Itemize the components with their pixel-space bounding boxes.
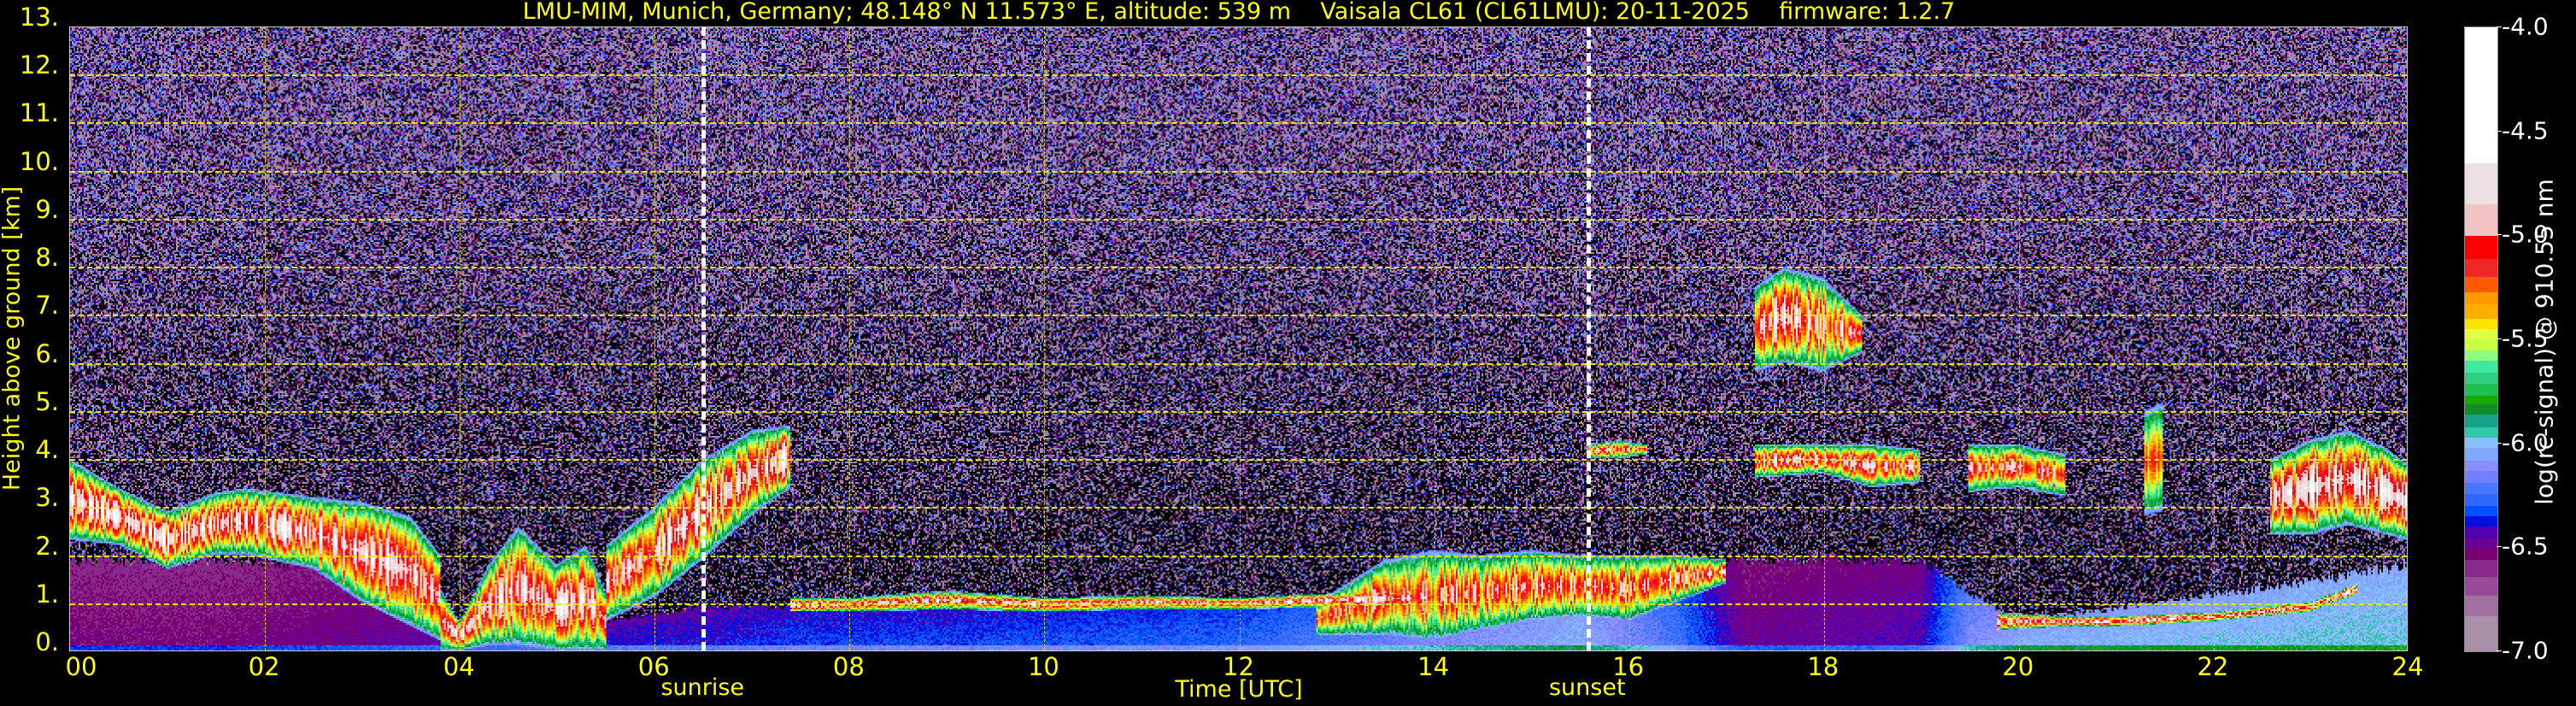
grid-line-horizontal [70,555,2407,557]
y-tick-label: 1. [35,579,59,609]
colorbar-band [2465,460,2497,471]
colorbar-band [2465,27,2497,163]
colorbar-band [2465,303,2497,320]
colorbar-band [2465,277,2497,292]
grid-line-horizontal [70,362,2407,365]
backscatter-heatmap [70,27,2407,650]
colorbar-band [2465,235,2497,259]
colorbar-band [2465,414,2497,427]
colorbar-label: log(rc-signal) @ 910.55 nm [2530,179,2559,505]
colorbar-band [2465,360,2497,374]
colorbar-tick-label: -7.0 [2502,636,2549,665]
colorbar-band [2465,372,2497,384]
grid-line-horizontal [70,267,2407,269]
grid-line-vertical [1044,27,1046,650]
colorbar-band [2465,470,2497,484]
y-tick-label: 5. [35,386,59,416]
grid-line-horizontal [70,122,2407,125]
colorbar-band [2465,339,2497,350]
colorbar-tick-label: -4.0 [2502,12,2549,41]
colorbar-tick-label: -4.5 [2502,116,2549,145]
colorbar-band [2465,291,2497,305]
grid-line-vertical [654,27,656,650]
grid-line-horizontal [70,218,2407,221]
y-tick-label: 13. [19,3,59,32]
colorbar-band [2465,350,2497,361]
sunset-label: sunset [1548,674,1626,701]
y-tick-label: 3. [35,483,59,513]
y-tick-label: 8. [35,243,59,273]
colorbar-band [2465,447,2497,461]
y-tick-label: 7. [35,291,59,321]
x-tick-label: 14 [1417,652,1450,681]
x-tick-label: 18 [1807,652,1840,681]
y-tick-label: 9. [35,194,59,224]
colorbar-band [2465,615,2497,652]
y-tick-label: 4. [35,435,59,465]
colorbar-band [2465,258,2497,278]
colorbar-band [2465,427,2497,438]
colorbar [2464,26,2498,652]
grid-line-horizontal [70,74,2407,77]
colorbar-band [2465,203,2497,236]
chart-title: LMU-MIM, Munich, Germany; 48.148° N 11.5… [522,0,1956,25]
grid-line-vertical [265,27,267,650]
x-tick-label: 00 [65,652,97,681]
grid-line-vertical [1239,27,1241,650]
grid-line-horizontal [70,459,2407,462]
grid-line-horizontal [70,410,2407,413]
grid-line-vertical [1823,27,1825,650]
y-axis-label: Height above ground [km] [0,185,26,491]
y-tick-label: 11. [19,98,59,128]
colorbar-band [2465,162,2497,205]
x-tick-label: 02 [248,652,280,681]
y-tick-label: 6. [35,338,59,368]
y-tick-label: 0. [35,627,59,656]
x-tick-label: 08 [832,652,865,681]
colorbar-band [2465,595,2497,617]
sunrise-line [701,27,707,650]
x-tick-label: 20 [2002,652,2034,681]
colorbar-band [2465,437,2497,449]
plot-area [69,26,2408,651]
grid-line-horizontal [70,170,2407,173]
x-axis-label: Time [UTC] [1175,676,1303,703]
grid-line-vertical [1628,27,1630,650]
x-tick-label: 22 [2197,652,2229,681]
colorbar-band [2465,547,2497,561]
x-tick-label: 04 [443,652,475,681]
grid-line-horizontal [70,603,2407,605]
colorbar-band [2465,505,2497,517]
x-tick-label: 24 [2391,652,2424,681]
colorbar-band [2465,559,2497,577]
colorbar-band [2465,403,2497,415]
colorbar-band [2465,537,2497,548]
colorbar-band [2465,515,2497,527]
y-tick-label: 2. [35,531,59,561]
colorbar-band [2465,493,2497,507]
colorbar-band [2465,482,2497,494]
colorbar-band [2465,527,2497,538]
colorbar-band [2465,576,2497,596]
x-tick-label: 10 [1027,652,1059,681]
colorbar-band [2465,395,2497,404]
y-tick-label: 10. [19,146,59,176]
colorbar-tick-label: -6.5 [2502,532,2549,561]
colorbar-band [2465,318,2497,330]
y-tick-label: 12. [19,50,59,80]
colorbar-band [2465,383,2497,397]
grid-line-vertical [2213,27,2215,650]
grid-line-vertical [2018,27,2020,650]
grid-line-horizontal [70,315,2407,317]
grid-line-vertical [460,27,461,650]
colorbar-band [2465,328,2497,340]
sunrise-label: sunrise [660,674,745,701]
grid-line-vertical [849,27,851,650]
sunset-line [1586,27,1591,650]
grid-line-horizontal [70,507,2407,509]
